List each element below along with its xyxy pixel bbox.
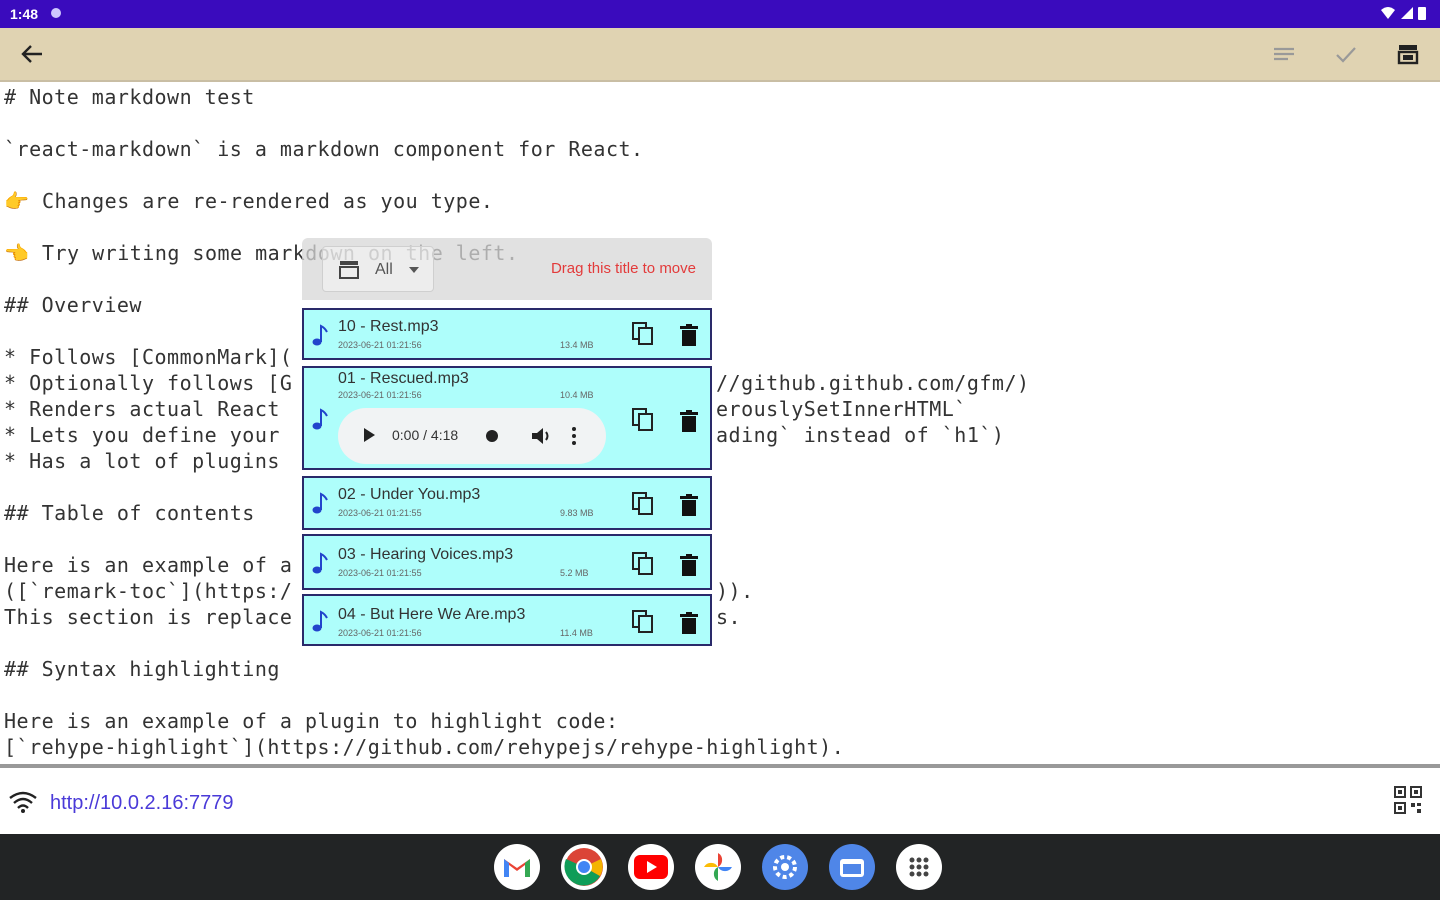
editor-line: ## Overview bbox=[4, 293, 142, 317]
editor-line: 👉 Changes are re-rendered as you type. bbox=[4, 189, 494, 213]
signal-icon bbox=[1401, 7, 1413, 19]
editor-line-fragment: erouslySetInnerHTML` bbox=[716, 397, 967, 421]
markdown-editor[interactable]: # Note markdown test `react-markdown` is… bbox=[0, 82, 1440, 764]
editor-line: Here is an example of a plugin to highli… bbox=[4, 709, 619, 733]
filter-dropdown[interactable]: All bbox=[322, 246, 434, 292]
url-bar: http://10.0.2.16:7779 bbox=[0, 764, 1440, 834]
wifi-icon bbox=[1381, 7, 1395, 19]
music-note-icon bbox=[312, 610, 328, 632]
chrome-icon[interactable] bbox=[561, 844, 607, 890]
status-bar: 1:48 bbox=[0, 0, 1440, 28]
track-size: 9.83 MB bbox=[560, 508, 594, 518]
app-bar bbox=[0, 28, 1440, 82]
editor-line: `react-markdown` is a markdown component… bbox=[4, 137, 644, 161]
delete-icon[interactable] bbox=[680, 554, 698, 576]
track-name: 10 - Rest.mp3 bbox=[338, 318, 439, 335]
music-note-icon bbox=[312, 492, 328, 514]
play-icon[interactable] bbox=[364, 428, 375, 442]
track-date: 2023-06-21 01:21:56 bbox=[338, 340, 422, 350]
editor-line-fragment: )). bbox=[716, 579, 754, 603]
system-icons bbox=[1380, 6, 1426, 20]
youtube-icon[interactable] bbox=[628, 844, 674, 890]
photos-icon[interactable] bbox=[695, 844, 741, 890]
app-launcher-icon[interactable] bbox=[896, 844, 942, 890]
editor-line: Here is an example of a bbox=[4, 553, 293, 577]
track-date: 2023-06-21 01:21:55 bbox=[338, 568, 422, 578]
player-time: 0:00 / 4:18 bbox=[392, 427, 459, 443]
settings-icon[interactable] bbox=[762, 844, 808, 890]
drag-hint: Drag this title to move bbox=[550, 260, 696, 277]
music-panel: All Drag this title to move 10 - Rest.mp… bbox=[302, 238, 712, 648]
track-name: 01 - Rescued.mp3 bbox=[338, 370, 469, 387]
track-item[interactable]: 02 - Under You.mp3 2023-06-21 01:21:55 9… bbox=[302, 476, 712, 530]
track-name: 02 - Under You.mp3 bbox=[338, 486, 481, 503]
editor-line: ([`remark-toc`](https:/ bbox=[4, 579, 293, 603]
check-icon[interactable] bbox=[1332, 40, 1360, 68]
music-list-icon bbox=[339, 261, 359, 279]
battery-icon bbox=[1418, 7, 1426, 20]
copy-icon[interactable] bbox=[632, 610, 654, 634]
track-date: 2023-06-21 01:21:55 bbox=[338, 508, 422, 518]
editor-line: ## Syntax highlighting bbox=[4, 657, 280, 681]
more-vertical-icon[interactable] bbox=[572, 426, 576, 446]
wrap-text-icon[interactable] bbox=[1270, 40, 1298, 68]
delete-icon[interactable] bbox=[680, 494, 698, 516]
editor-line: [`rehype-highlight`](https://github.com/… bbox=[4, 735, 845, 759]
delete-icon[interactable] bbox=[680, 612, 698, 634]
filter-label: All bbox=[375, 261, 393, 278]
back-arrow-icon[interactable] bbox=[18, 40, 46, 68]
track-date: 2023-06-21 01:21:56 bbox=[338, 628, 422, 638]
music-list-icon[interactable] bbox=[1394, 40, 1422, 68]
editor-line-fragment: //github.github.com/gfm/) bbox=[716, 371, 1030, 395]
gmail-icon[interactable] bbox=[494, 844, 540, 890]
track-item[interactable]: 03 - Hearing Voices.mp3 2023-06-21 01:21… bbox=[302, 534, 712, 590]
taskbar bbox=[0, 834, 1440, 900]
copy-icon[interactable] bbox=[632, 322, 654, 346]
music-note-icon bbox=[312, 324, 328, 346]
delete-icon[interactable] bbox=[680, 410, 698, 432]
editor-line: ## Table of contents bbox=[4, 501, 255, 525]
track-item[interactable]: 10 - Rest.mp3 2023-06-21 01:21:56 13.4 M… bbox=[302, 308, 712, 360]
track-name: 03 - Hearing Voices.mp3 bbox=[338, 546, 514, 563]
panel-title-bar[interactable]: All Drag this title to move bbox=[302, 238, 712, 300]
copy-icon[interactable] bbox=[632, 492, 654, 516]
music-note-icon bbox=[312, 408, 328, 430]
files-icon[interactable] bbox=[829, 844, 875, 890]
editor-line-fragment: ading` instead of `h1`) bbox=[716, 423, 1005, 447]
server-url-link[interactable]: http://10.0.2.16:7779 bbox=[50, 792, 234, 815]
notification-icon bbox=[51, 8, 61, 18]
track-name: 04 - But Here We Are.mp3 bbox=[338, 606, 526, 623]
track-size: 13.4 MB bbox=[560, 340, 594, 350]
editor-line: This section is replace bbox=[4, 605, 293, 629]
track-item-playing[interactable]: 01 - Rescued.mp3 2023-06-21 01:21:56 10.… bbox=[302, 366, 712, 470]
track-date: 2023-06-21 01:21:56 bbox=[338, 390, 422, 400]
status-time: 1:48 bbox=[10, 6, 39, 22]
qr-code-icon[interactable] bbox=[1394, 786, 1422, 814]
track-size: 5.2 MB bbox=[560, 568, 589, 578]
editor-line: * Has a lot of plugins bbox=[4, 449, 280, 473]
copy-icon[interactable] bbox=[632, 552, 654, 576]
delete-icon[interactable] bbox=[680, 324, 698, 346]
music-note-icon bbox=[312, 552, 328, 574]
editor-line: * Renders actual React bbox=[4, 397, 280, 421]
editor-line: * Follows [CommonMark]( bbox=[4, 345, 293, 369]
chevron-down-icon bbox=[409, 267, 419, 273]
editor-line-fragment: s. bbox=[716, 605, 742, 629]
copy-icon[interactable] bbox=[632, 408, 654, 432]
track-item[interactable]: 04 - But Here We Are.mp3 2023-06-21 01:2… bbox=[302, 594, 712, 646]
progress-handle[interactable] bbox=[486, 430, 498, 442]
volume-icon[interactable] bbox=[530, 426, 552, 446]
audio-player: 0:00 / 4:18 bbox=[338, 408, 606, 464]
editor-line: * Lets you define your bbox=[4, 423, 280, 447]
track-size: 10.4 MB bbox=[560, 390, 594, 400]
editor-line: # Note markdown test bbox=[4, 85, 255, 109]
editor-line: * Optionally follows [G bbox=[4, 371, 293, 395]
wifi-icon bbox=[9, 791, 37, 813]
track-size: 11.4 MB bbox=[560, 628, 593, 638]
